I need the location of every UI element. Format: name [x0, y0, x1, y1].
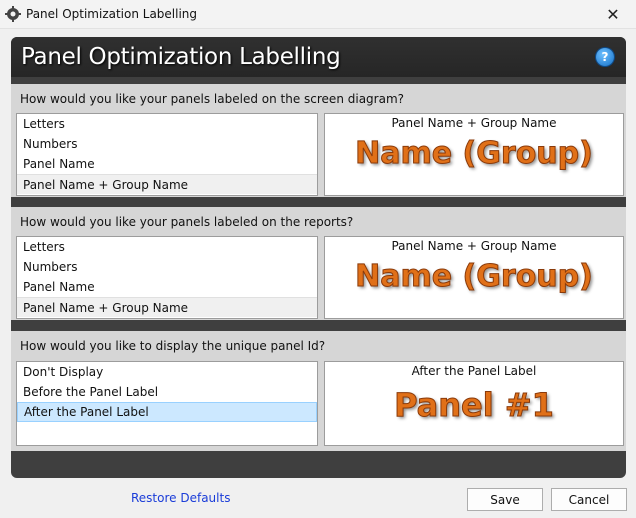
restore-defaults-link[interactable]: Restore Defaults [131, 491, 230, 505]
list-item-selected[interactable]: After the Panel Label [17, 402, 317, 422]
preview-label: Panel #1 [394, 386, 555, 425]
list-item[interactable]: Letters [17, 114, 317, 134]
title-bar: Panel Optimization Labelling ✕ [0, 0, 636, 29]
list-item-selected[interactable]: Panel Name + Group Name [17, 297, 317, 317]
reports-preview: Panel Name + Group Name Name (Group) [324, 236, 624, 319]
list-item[interactable]: Numbers [17, 134, 317, 154]
screen-diagram-listbox[interactable]: Letters Numbers Panel Name Panel Name + … [16, 113, 318, 196]
preview-caption: After the Panel Label [411, 364, 537, 378]
panel-header: Panel Optimization Labelling ? [11, 37, 626, 77]
section-reports: How would you like your panels labeled o… [11, 207, 626, 320]
help-icon[interactable]: ? [596, 48, 614, 66]
main-panel: Panel Optimization Labelling ? How would… [11, 37, 626, 478]
window-title: Panel Optimization Labelling [26, 7, 198, 21]
list-item-selected[interactable]: Panel Name + Group Name [17, 174, 317, 194]
cancel-button[interactable]: Cancel [551, 488, 627, 511]
list-item[interactable]: Panel Name [17, 154, 317, 174]
preview-label: Name (Group) [355, 259, 594, 295]
section-panel-id: How would you like to display the unique… [11, 331, 626, 451]
question-reports: How would you like your panels labeled o… [20, 215, 354, 229]
gear-icon [5, 6, 21, 22]
screen-diagram-preview: Panel Name + Group Name Name (Group) [324, 113, 624, 196]
close-icon: ✕ [606, 4, 620, 24]
close-button[interactable]: ✕ [590, 0, 636, 28]
list-item[interactable]: Don't Display [17, 362, 317, 382]
panel-id-listbox[interactable]: Don't Display Before the Panel Label Aft… [16, 361, 318, 446]
question-panel-id: How would you like to display the unique… [20, 339, 326, 353]
save-button[interactable]: Save [467, 488, 543, 511]
list-item[interactable]: Panel Name [17, 277, 317, 297]
preview-caption: Panel Name + Group Name [391, 116, 557, 130]
preview-label: Name (Group) [355, 136, 594, 172]
panel-id-preview: After the Panel Label Panel #1 [324, 361, 624, 446]
preview-caption: Panel Name + Group Name [391, 239, 557, 253]
list-item[interactable]: Before the Panel Label [17, 382, 317, 402]
question-screen-diagram: How would you like your panels labeled o… [20, 92, 405, 106]
list-item[interactable]: Letters [17, 237, 317, 257]
reports-listbox[interactable]: Letters Numbers Panel Name Panel Name + … [16, 236, 318, 319]
page-title: Panel Optimization Labelling [21, 44, 341, 70]
section-screen-diagram: How would you like your panels labeled o… [11, 84, 626, 197]
list-item[interactable]: Numbers [17, 257, 317, 277]
